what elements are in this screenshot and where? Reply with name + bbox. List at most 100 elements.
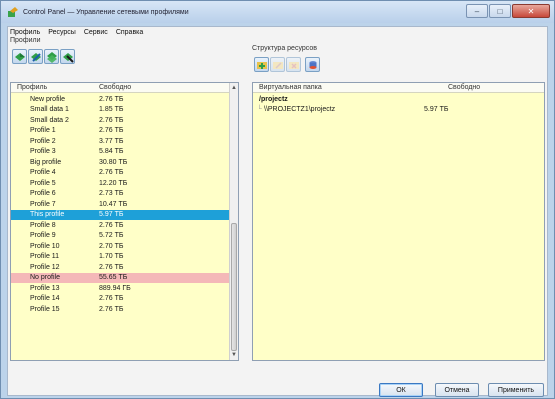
- profile-free-space: 2.70 ТБ: [99, 242, 124, 250]
- window-controls: – □ ✕: [466, 4, 550, 18]
- column-header-folder[interactable]: Виртуальная папка: [259, 84, 322, 91]
- profile-free-space: 55.65 ТБ: [99, 274, 128, 281]
- profile-name: This profile: [30, 211, 65, 218]
- profile-row[interactable]: Big profile 30.80 ТБ: [11, 157, 231, 167]
- profile-name: Profile 8: [30, 221, 56, 229]
- profile-row[interactable]: New profile 2.76 ТБ: [11, 94, 231, 104]
- profile-row[interactable]: Profile 1 2.76 ТБ: [11, 126, 231, 136]
- profile-free-space: 2.76 ТБ: [99, 295, 124, 302]
- delete-profile-button[interactable]: [60, 49, 75, 64]
- scroll-up-icon[interactable]: ▲: [230, 84, 238, 92]
- add-profile-button[interactable]: [12, 49, 27, 64]
- maximize-button[interactable]: □: [489, 4, 511, 18]
- apply-button-label: Применить: [497, 386, 535, 394]
- add-folder-button[interactable]: [254, 57, 269, 72]
- ok-button-label: ОК: [396, 386, 406, 394]
- cancel-button-label: Отмена: [444, 386, 470, 394]
- menu-profile[interactable]: Профиль: [10, 29, 40, 36]
- resources-tree[interactable]: Виртуальная папка Свободно /projectz └ \…: [252, 82, 545, 361]
- profiles-list[interactable]: Профиль Свободно New profile 2.76 ТБ Small…: [10, 82, 239, 361]
- profile-name: Profile 1: [30, 127, 56, 134]
- profile-free-space: 2.73 ТБ: [99, 190, 124, 197]
- profile-name: Profile 2: [30, 137, 56, 145]
- profile-row[interactable]: Profile 5 12.20 ТБ: [11, 178, 231, 188]
- profile-name: New profile: [30, 95, 66, 103]
- tree-item[interactable]: └ \\PROJECTZ1\projectz 5.97 ТБ: [253, 105, 543, 115]
- profile-name: Profile 15: [30, 305, 60, 313]
- profile-row[interactable]: This profile 5.97 ТБ: [11, 209, 231, 220]
- edit-profile-button[interactable]: [28, 49, 43, 64]
- menu-help[interactable]: Справка: [116, 29, 143, 36]
- minimize-button[interactable]: –: [466, 4, 488, 18]
- refresh-button[interactable]: [305, 57, 320, 72]
- profile-row[interactable]: No profile 55.65 ТБ: [11, 272, 231, 283]
- profile-row[interactable]: Profile 7 10.47 ТБ: [11, 199, 231, 209]
- menu-resources[interactable]: Ресурсы: [48, 29, 76, 36]
- menu-service[interactable]: Сервис: [84, 29, 108, 36]
- profiles-scrollbar[interactable]: ▲ ▼: [229, 83, 238, 360]
- cancel-button[interactable]: Отмена: [435, 383, 479, 397]
- profile-free-space: 2.76 ТБ: [99, 95, 124, 103]
- profile-name: Profile 10: [30, 242, 60, 250]
- column-header-free[interactable]: Свободно: [99, 84, 131, 91]
- control-panel-window: Control Panel — Управление сетевыми проф…: [0, 0, 555, 399]
- edit-folder-button[interactable]: [270, 57, 285, 72]
- profile-name: Small data 1: [30, 106, 69, 113]
- profile-name: Profile 3: [30, 148, 56, 155]
- resources-toolbar: [254, 57, 320, 72]
- app-icon: [8, 7, 18, 17]
- tree-root-node[interactable]: /projectz: [259, 96, 288, 103]
- profile-name: Profile 6: [30, 190, 56, 197]
- profile-name: Small data 2: [30, 116, 69, 124]
- profile-free-space: 2.76 ТБ: [99, 221, 124, 229]
- column-header-resource-free[interactable]: Свободно: [448, 84, 480, 91]
- title-bar[interactable]: Control Panel — Управление сетевыми проф…: [1, 1, 554, 23]
- profiles-list-header: Профиль Свободно: [11, 83, 238, 93]
- profile-row[interactable]: Profile 11 1.70 ТБ: [11, 252, 231, 262]
- profile-row[interactable]: Profile 8 2.76 ТБ: [11, 220, 231, 230]
- profile-name: Profile 14: [30, 295, 60, 302]
- profile-row[interactable]: Profile 3 5.84 ТБ: [11, 147, 231, 157]
- close-button[interactable]: ✕: [512, 4, 550, 18]
- profile-free-space: 12.20 ТБ: [99, 179, 128, 187]
- profile-free-space: 2.76 ТБ: [99, 116, 124, 124]
- scroll-thumb[interactable]: [231, 223, 237, 351]
- ok-button[interactable]: ОК: [379, 383, 423, 397]
- profiles-toolbar: [12, 49, 75, 64]
- remove-folder-button[interactable]: [286, 57, 301, 72]
- profile-row[interactable]: Small data 2 2.76 ТБ: [11, 115, 231, 125]
- profile-row[interactable]: Profile 4 2.76 ТБ: [11, 168, 231, 178]
- profile-free-space: 1.85 ТБ: [99, 106, 124, 113]
- profile-row[interactable]: Profile 9 5.72 ТБ: [11, 231, 231, 241]
- copy-profile-button[interactable]: [44, 49, 59, 64]
- edit-folder-icon: [272, 61, 283, 69]
- column-header-profile[interactable]: Профиль: [17, 84, 47, 91]
- menu-bar: Профиль Ресурсы Сервис Справка: [8, 27, 547, 37]
- tree-connector-icon: └: [257, 106, 262, 113]
- profile-free-space: 10.47 ТБ: [99, 200, 128, 208]
- profile-row[interactable]: Small data 1 1.85 ТБ: [11, 105, 231, 115]
- copy-profile-icon: [46, 51, 57, 63]
- profile-row[interactable]: Profile 14 2.76 ТБ: [11, 294, 231, 304]
- profile-name: Profile 13: [30, 284, 60, 292]
- client-area: Профиль Ресурсы Сервис Справка Профили П…: [7, 26, 548, 397]
- profile-name: Profile 12: [30, 263, 60, 271]
- profile-name: Profile 4: [30, 169, 56, 176]
- profile-free-space: 3.77 ТБ: [99, 137, 124, 145]
- profile-row[interactable]: Profile 6 2.73 ТБ: [11, 189, 231, 199]
- profile-row[interactable]: Profile 2 3.77 ТБ: [11, 136, 231, 146]
- profile-name: Profile 7: [30, 200, 56, 208]
- scroll-down-icon[interactable]: ▼: [230, 351, 238, 359]
- delete-profile-icon: [62, 52, 74, 63]
- resources-group-label: Структура ресурсов: [252, 45, 317, 52]
- profile-free-space: 1.70 ТБ: [99, 253, 124, 260]
- apply-button[interactable]: Применить: [488, 383, 544, 397]
- tree-item-path: \\PROJECTZ1\projectz: [264, 106, 336, 113]
- profile-row[interactable]: Profile 10 2.70 ТБ: [11, 241, 231, 251]
- edit-profile-icon: [30, 52, 41, 62]
- database-icon: [309, 60, 316, 69]
- profile-row[interactable]: Profile 15 2.76 ТБ: [11, 304, 231, 314]
- minimize-icon: –: [474, 6, 480, 16]
- profile-row[interactable]: Profile 13 889.94 ГБ: [11, 283, 231, 293]
- profile-row[interactable]: Profile 12 2.76 ТБ: [11, 262, 231, 272]
